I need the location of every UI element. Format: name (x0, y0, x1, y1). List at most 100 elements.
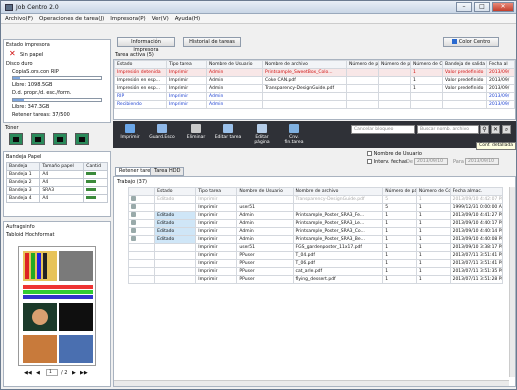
user-filter[interactable]: Nombre de Usuario (367, 151, 422, 157)
left-panel: Estado impresora ✕ Sin papel Disco duro … (3, 27, 111, 389)
table-row[interactable]: Impresión en esp... Imprimir Admin Coke CAN… (114, 76, 515, 85)
last-page-icon[interactable]: ▶▶ (80, 370, 88, 376)
from-date-field[interactable]: 2013/09/10 (414, 158, 448, 165)
edit-page-button[interactable]: Editar página (247, 124, 277, 146)
tray-row: Bandeja 4 A4 (5, 194, 108, 203)
vertical-scrollbar[interactable] (509, 187, 515, 377)
prev-page-icon[interactable]: ◀ (36, 370, 40, 376)
color-centro-button[interactable]: Color Centro (443, 37, 499, 47)
toner-m-icon (53, 133, 67, 145)
disk-usage-bar-2 (12, 98, 102, 102)
tray-row: Bandeja 1 A4 (5, 170, 108, 179)
table-row[interactable]: Imprimir user51 5 1 1999/12/31 0:00:00 AM (127, 203, 504, 212)
active-jobs-panel: Estado Tipo tarea Nombre de Usuario Nomb… (113, 59, 516, 120)
to-date-field[interactable]: 2013/09/10 (465, 158, 499, 165)
minimize-button[interactable]: – (456, 2, 472, 12)
save-icon (157, 124, 167, 133)
main-window: Job Centro 2.0 – □ ✕ Archivo(F) Operacio… (0, 0, 517, 390)
menu-job-operations[interactable]: Operaciones de tarea(J) (39, 16, 104, 22)
job-icon (131, 204, 136, 209)
table-row[interactable]: Imprimir PPuser T_04.pdf 1 1 2013/07/11 3:51:… (127, 251, 504, 260)
date-filter-checkbox[interactable] (367, 159, 372, 164)
retain-jobs-count: Retener tareas: 37/500 (12, 112, 70, 118)
color-centro-icon (451, 39, 457, 44)
printer-state-value: Sin papel (20, 52, 44, 58)
delete-button[interactable]: Eliminar (181, 124, 211, 146)
horizontal-scrollbar[interactable] (114, 380, 509, 386)
title-bar: Job Centro 2.0 – □ ✕ (1, 1, 516, 14)
retain-jobs-label: Trabajo (37) (117, 179, 147, 185)
active-jobs-header: Estado Tipo tarea Nombre de Usuario Nomb… (114, 60, 515, 69)
paper-tray-box: Bandeja Papel Bandeja Tamaño papel Canti… (3, 151, 111, 217)
table-row[interactable]: Imprimir PPuser flying_dessert.pdf 1 1 2013/0… (127, 275, 504, 284)
advanced-search-icon[interactable]: ⌕ (502, 125, 511, 134)
date-filter[interactable]: Interv. fechas (367, 159, 408, 165)
filter-bar: Nombre de Usuario Interv. fechas De 2013… (113, 149, 516, 165)
retain-jobs-panel: Trabajo (37) Estado Tipo tarea Nombre de… (113, 176, 516, 387)
table-row[interactable]: Imprimir PPuser T_06.pdf 1 1 2013/07/11 3:51:… (127, 259, 504, 268)
table-row[interactable]: Impresión en esp... Imprimir Admin Transpar… (114, 84, 515, 93)
tray-row: Bandeja 3 SRA3 (5, 186, 108, 195)
cancel-lock-field[interactable]: Cancelar bloqueo (351, 125, 415, 134)
table-row[interactable]: RIP Imprimir Admin 2013/09/ (114, 92, 515, 101)
menu-view[interactable]: Ver(V) (152, 16, 169, 22)
save-button[interactable]: Guard.Esco (147, 124, 177, 146)
table-row[interactable]: Imprimir PPuser cat_arle.pdf 1 1 2013/07/11 3… (127, 267, 504, 276)
trash-icon (191, 124, 201, 133)
tray-header-tray: Bandeja (5, 162, 41, 171)
tab-hdd-jobs[interactable]: Tarea HDD (150, 167, 185, 176)
table-row[interactable]: Editado Imprimir Admin Printsample_Poster_S… (127, 227, 504, 236)
job-icon (131, 196, 136, 201)
menu-printer[interactable]: Impresora(P) (110, 16, 145, 22)
convert-finish-button[interactable]: Cnv. fin.tarea (279, 124, 309, 146)
active-jobs-label: Tarea activa (5) (115, 52, 154, 58)
page-preview-image (18, 246, 96, 366)
menu-help[interactable]: Ayuda(H) (175, 16, 200, 22)
job-history-tab[interactable]: Historial de tareas (183, 37, 241, 47)
table-row[interactable]: Editado Imprimir Admin Printsample_Poster_S… (127, 235, 504, 244)
table-row[interactable]: Editado Imprimir Admin Printsample_Poster_S… (127, 211, 504, 220)
to-label: Para (453, 159, 464, 165)
edit-page-icon (257, 124, 267, 133)
menu-file[interactable]: Archivo(F) (5, 16, 33, 22)
window-title: Job Centro 2.0 (16, 4, 59, 11)
from-label: De (406, 159, 413, 165)
toner-k-icon (9, 133, 23, 145)
printer-info-tab[interactable]: Información impresora (117, 37, 175, 53)
app-icon (5, 4, 13, 11)
edit-job-button[interactable]: Editar tarea (213, 124, 243, 146)
maximize-button[interactable]: □ (474, 2, 490, 12)
search-input[interactable]: Buscar nomb. archivo (417, 125, 479, 134)
retain-jobs-table-wrap: Estado Tipo tarea Nombre de Usuario Nomb… (127, 187, 504, 284)
disk-free-1: Libre: 1098.5GB (12, 82, 53, 88)
close-button[interactable]: ✕ (492, 2, 514, 12)
job-icon (131, 228, 136, 233)
job-icon (131, 212, 136, 217)
job-icon (131, 236, 136, 241)
toner-y-icon (75, 133, 89, 145)
paper-tray-table: Bandeja Tamaño papel Cantid Bandeja 1 A4 … (5, 162, 108, 203)
active-jobs-table: Estado Tipo tarea Nombre de Usuario Nomb… (114, 60, 515, 109)
search-icon[interactable]: ⚲ (480, 125, 489, 134)
toner-label: Tóner (5, 125, 19, 131)
disk-name-2: D.d. propr./d. esc./form. (12, 90, 72, 96)
next-page-icon[interactable]: ▶ (72, 370, 76, 376)
disk-free-2: Libre: 347.3GB (12, 104, 50, 110)
toner-c-icon (31, 133, 45, 145)
first-page-icon[interactable]: ◀◀ (24, 370, 32, 376)
table-row[interactable]: Editado Imprimir Admin Printsample_Poster_S… (127, 219, 504, 228)
page-number-input[interactable]: 1 (46, 369, 58, 376)
preview-label: Aufragsinfo (6, 224, 35, 230)
print-button[interactable]: Imprimir (115, 124, 145, 146)
disk-name-1: CopiaS.ors.con RIP (12, 69, 59, 75)
user-filter-checkbox[interactable] (367, 151, 372, 156)
table-row[interactable]: Imprimir user51 FGS_gardenposter_11x17.pdf… (127, 243, 504, 252)
preview-paper-size: Tabloid Hochformat (6, 232, 55, 238)
table-row[interactable]: Recibiendo Imprimir Admin 2013/09/ (114, 100, 515, 109)
table-row[interactable]: Impresión detenida Imprimir Admin Printsamp… (114, 68, 515, 77)
table-row[interactable]: Editado Imprimir Transparency-DesignGuide.… (127, 195, 504, 204)
printer-status-box: Estado impresora ✕ Sin papel Disco duro … (3, 39, 111, 123)
clear-search-icon[interactable]: ✕ (491, 125, 500, 134)
error-icon: ✕ (9, 49, 16, 58)
job-icon (131, 220, 136, 225)
